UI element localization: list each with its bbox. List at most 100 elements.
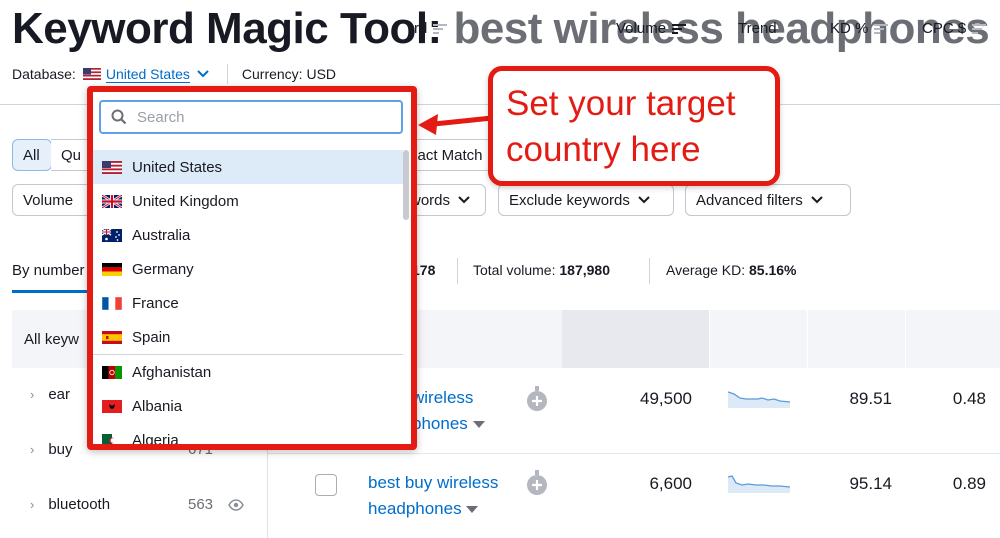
country-label: Spain: [132, 328, 171, 346]
country-label: Algeria: [132, 431, 179, 449]
sort-icon: [672, 23, 687, 34]
chevron-down-icon[interactable]: [197, 70, 209, 78]
annotation-callout: Set your target country here: [488, 66, 780, 186]
country-option-fr[interactable]: France: [93, 286, 403, 320]
exclude-keywords-filter[interactable]: Exclude keywords: [498, 184, 674, 216]
country-option-dz[interactable]: Algeria: [93, 423, 403, 449]
kd-header-label: KD %: [830, 20, 869, 37]
chevron-right-icon: ›: [30, 442, 35, 457]
country-label: Afghanistan: [132, 363, 212, 381]
caret-down-icon[interactable]: [472, 421, 485, 429]
exclude-filter-label: Exclude keywords: [509, 191, 630, 209]
keyword-line: best buy wireless: [368, 473, 499, 492]
sort-icon: [433, 23, 448, 34]
volume-value: 6,600: [649, 474, 692, 493]
sidebar-item-count: 563: [188, 496, 214, 513]
eye-icon[interactable]: [228, 499, 244, 511]
divider: [709, 310, 710, 368]
sort-icon: [972, 23, 987, 34]
cpc-column-header[interactable]: CPC $: [922, 20, 987, 37]
sidebar-item-label: buy: [48, 441, 73, 458]
sort-icon: [874, 23, 889, 34]
advanced-filters[interactable]: Advanced filters: [685, 184, 851, 216]
keyword-line: wireless: [412, 388, 474, 407]
average-kd-label: Average KD:: [666, 262, 746, 278]
trend-column-header: Trend: [738, 20, 777, 37]
spain-flag-icon: [102, 330, 122, 344]
chevron-down-icon: [458, 196, 470, 204]
active-tab-indicator: [12, 290, 90, 293]
currency-label: Currency: USD: [241, 66, 337, 82]
chevron-down-icon: [811, 196, 823, 204]
sidebar-item-label: ear: [48, 386, 71, 403]
search-query: best wireless headphones: [453, 4, 990, 53]
keyword-line: phones: [412, 414, 468, 433]
kd-value: 95.14: [849, 474, 892, 493]
database-label: Database:: [12, 66, 76, 82]
country-option-uk[interactable]: United Kingdom: [93, 184, 403, 218]
us-flag-icon: [102, 160, 122, 174]
search-icon: [111, 109, 127, 125]
uk-flag-icon: [102, 194, 122, 208]
annotation-arrow: [418, 114, 493, 135]
cpc-value: 0.48: [952, 389, 986, 408]
volume-column-header[interactable]: Volume: [616, 20, 687, 37]
chevron-down-icon: [638, 196, 650, 204]
cpc-header-label: CPC $: [922, 20, 967, 37]
chevron-right-icon: ›: [30, 497, 35, 512]
dropdown-scrollbar[interactable]: [403, 150, 409, 220]
database-select[interactable]: United States: [105, 66, 190, 83]
sidebar-item-bluetooth[interactable]: › bluetooth 563: [12, 496, 268, 513]
us-flag-icon: [82, 68, 101, 80]
callout-line: Set your target: [506, 84, 736, 123]
country-label: Germany: [132, 260, 194, 278]
match-exact-label: xact Match: [410, 146, 483, 164]
country-option-af[interactable]: Afghanistan: [93, 355, 403, 389]
total-volume-stat: Total volume: 187,980: [473, 262, 610, 278]
keyword-link[interactable]: wireless phones: [412, 385, 485, 437]
keyword-link[interactable]: best buy wireless headphones: [368, 470, 498, 522]
search-placeholder: Search: [137, 108, 185, 126]
keyword-column-header[interactable]: rd: [414, 20, 448, 37]
volume-column-highlight: [562, 310, 710, 368]
total-volume-label: Total volume:: [473, 262, 556, 278]
volume-header-label: Volume: [616, 20, 667, 37]
country-option-al[interactable]: Albania: [93, 389, 403, 423]
add-to-list-icon[interactable]: [526, 470, 548, 496]
albania-flag-icon: [102, 399, 122, 413]
volume-value: 49,500: [640, 389, 692, 408]
country-search-input[interactable]: Search: [99, 100, 403, 134]
volume-filter-label: Volume: [23, 191, 74, 209]
trend-sparkline: [728, 475, 790, 493]
database-row: Database: United States Currency: USD: [12, 64, 336, 84]
country-option-au[interactable]: Australia: [93, 218, 403, 252]
algeria-flag-icon: [102, 433, 122, 444]
germany-flag-icon: [102, 262, 122, 276]
kd-column-header[interactable]: KD %: [830, 20, 889, 37]
sidebar-item-label: bluetooth: [48, 496, 111, 513]
country-option-de[interactable]: Germany: [93, 252, 403, 286]
chevron-right-icon: ›: [30, 387, 35, 402]
country-list: United States United Kingdom Australia G…: [93, 150, 403, 449]
caret-down-icon[interactable]: [466, 506, 479, 514]
tab-by-number[interactable]: By number: [12, 262, 85, 279]
kd-value: 89.51: [849, 389, 892, 408]
add-to-list-icon[interactable]: [526, 386, 548, 412]
australia-flag-icon: [102, 228, 122, 242]
country-option-es[interactable]: Spain: [93, 320, 403, 354]
divider: [905, 310, 906, 368]
total-volume-value: 187,980: [559, 262, 610, 278]
divider: [807, 310, 808, 368]
match-all-label: All: [23, 146, 40, 164]
advanced-filters-label: Advanced filters: [696, 191, 803, 209]
afghanistan-flag-icon: [102, 365, 122, 379]
keyword-header-label: rd: [414, 20, 428, 37]
volume-filter[interactable]: Volume: [12, 184, 92, 216]
match-all-tab[interactable]: All: [12, 139, 52, 171]
row-checkbox[interactable]: [315, 474, 337, 496]
country-option-us[interactable]: United States: [93, 150, 403, 184]
cpc-value: 0.89: [952, 474, 986, 493]
match-questions-label: Qu: [61, 146, 82, 164]
row-divider: [268, 453, 1000, 454]
country-label: United States: [132, 158, 223, 176]
